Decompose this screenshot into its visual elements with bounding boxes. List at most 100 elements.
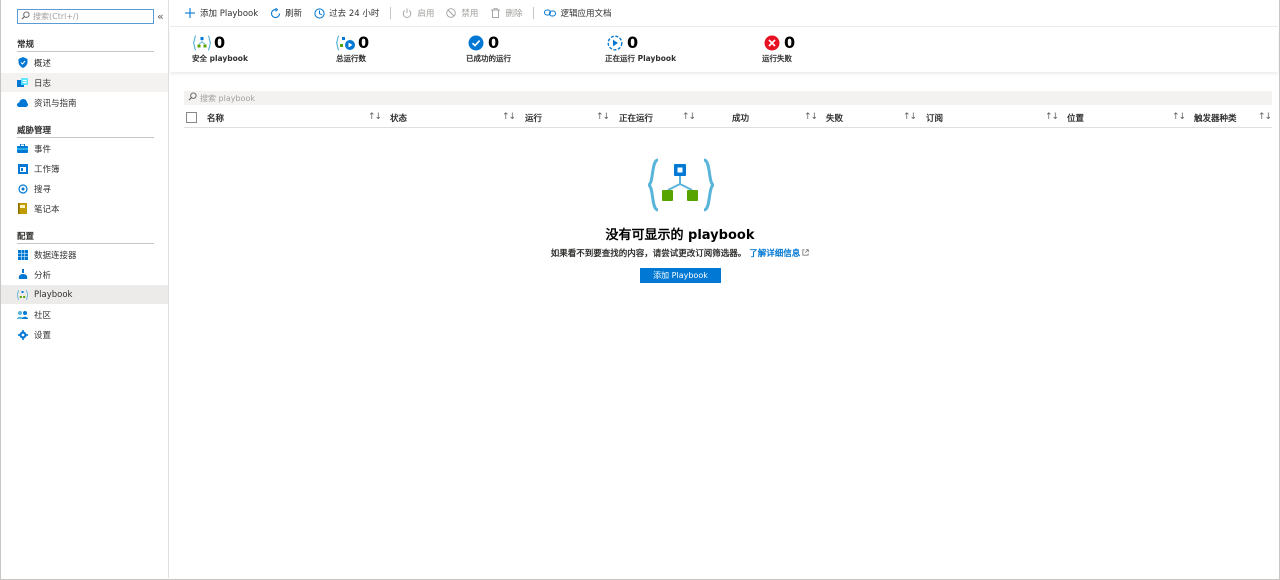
enable-label: 启用: [417, 9, 435, 19]
stat-value: 0: [488, 33, 500, 52]
playbook-icon: [17, 289, 28, 300]
empty-state-message: 如果看不到要查找的内容，请尝试更改订阅筛选器。 了解详细信息: [0, 247, 1280, 259]
sidebar-item-label: 设置: [34, 330, 52, 341]
stat-label: 总运行数: [336, 54, 366, 63]
enable-button[interactable]: 启用: [401, 7, 434, 19]
column-header-succeeded[interactable]: 成功: [732, 112, 749, 124]
sidebar-item-label: 事件: [34, 144, 52, 155]
sidebar-item-hunting[interactable]: 搜寻: [1, 179, 168, 198]
grid-header: 名称 ↑↓ 状态 ↑↓ 运行 ↑↓ 正在运行 ↑↓ 成功 ↑↓ 失败 ↑↓ 订阅…: [184, 108, 1272, 128]
add-playbook-primary-button[interactable]: 添加 Playbook: [640, 268, 721, 283]
sort-icon[interactable]: ↑↓: [368, 112, 382, 122]
command-bar: 添加 Playbook 刷新 过去 24 小时 启用 禁用 删除 逻辑应用文档: [170, 0, 1278, 27]
sidebar-item-label: 概述: [34, 58, 52, 69]
trash-icon: [489, 7, 501, 19]
gear-icon: [17, 329, 28, 340]
cloud-icon: [17, 97, 28, 108]
learn-more-link[interactable]: 了解详细信息: [749, 249, 809, 259]
stat-running-playbooks: 0 正在运行 Playbook: [605, 34, 676, 64]
link-icon: [544, 7, 557, 19]
community-icon: [17, 309, 28, 320]
group-title-threat-management: 威胁管理: [17, 126, 52, 136]
search-icon: [188, 92, 197, 104]
stat-label: 安全 playbook: [192, 54, 248, 63]
column-header-subscription[interactable]: 订阅: [926, 112, 943, 124]
window-frame: [0, 0, 1280, 580]
sidebar-item-overview[interactable]: 概述: [1, 53, 168, 72]
sidebar-item-community[interactable]: 社区: [1, 305, 168, 324]
disable-button[interactable]: 禁用: [445, 7, 478, 19]
learn-more-label: 了解详细信息: [749, 249, 801, 259]
hunting-icon: [17, 183, 28, 194]
column-header-runs[interactable]: 运行: [525, 112, 542, 124]
toolbar-divider: [533, 7, 535, 19]
time-range-label: 过去 24 小时: [329, 9, 380, 19]
sidebar-item-logs[interactable]: 日志: [1, 73, 168, 92]
sidebar-item-settings[interactable]: 设置: [1, 325, 168, 344]
playbook-search-input[interactable]: [200, 93, 500, 103]
stat-successful-runs: 0 已成功的运行: [466, 34, 511, 64]
stat-label: 正在运行 Playbook: [605, 54, 677, 63]
toolbar-divider: [390, 7, 392, 19]
sidebar-item-notebooks[interactable]: 笔记本: [1, 199, 168, 218]
sidebar-item-incidents[interactable]: 事件: [1, 139, 168, 158]
column-header-failed[interactable]: 失败: [826, 112, 843, 124]
empty-state-title: 没有可显示的 playbook: [605, 228, 755, 243]
power-icon: [401, 7, 413, 19]
sort-icon[interactable]: ↑↓: [1258, 112, 1272, 122]
sort-icon[interactable]: ↑↓: [682, 112, 696, 122]
collapse-sidebar-icon[interactable]: «: [157, 10, 164, 23]
stat-label: 运行失败: [762, 54, 792, 63]
sidebar-item-label: 笔记本: [34, 204, 60, 215]
column-header-location[interactable]: 位置: [1067, 112, 1084, 124]
refresh-button[interactable]: 刷新: [269, 7, 302, 19]
security-playbook-icon: [192, 34, 212, 52]
column-header-trigger-kind[interactable]: 触发器种类: [1194, 112, 1237, 124]
disable-label: 禁用: [461, 9, 479, 19]
stat-value: 0: [627, 33, 639, 52]
notebook-icon: [17, 203, 28, 214]
sidebar-search-box[interactable]: [17, 9, 154, 24]
stat-total-runs: 0 总运行数: [336, 34, 369, 64]
sidebar-search-input[interactable]: [33, 12, 143, 21]
sidebar-item-label: 工作簿: [34, 164, 60, 175]
docs-label: 逻辑应用文档: [560, 9, 612, 19]
sort-icon[interactable]: ↑↓: [502, 112, 516, 122]
group-divider: [17, 51, 154, 52]
clock-icon: [313, 7, 325, 19]
column-header-running[interactable]: 正在运行: [619, 112, 653, 124]
sort-icon[interactable]: ↑↓: [1172, 112, 1186, 122]
column-header-name[interactable]: 名称: [207, 112, 224, 124]
add-playbook-button[interactable]: 添加 Playbook: [184, 7, 258, 19]
group-divider: [17, 137, 154, 138]
empty-state-subtitle: 如果看不到要查找的内容，请尝试更改订阅筛选器。: [550, 249, 747, 259]
logic-app-docs-button[interactable]: 逻辑应用文档: [544, 7, 611, 19]
sort-icon[interactable]: ↑↓: [903, 112, 917, 122]
add-playbook-label: 添加 Playbook: [200, 9, 259, 19]
playbook-search-box[interactable]: [184, 91, 1272, 105]
sidebar-item-analytics[interactable]: 分析: [1, 265, 168, 284]
shield-icon: [17, 57, 28, 68]
sidebar-item-workbooks[interactable]: 工作簿: [1, 159, 168, 178]
summary-bar: 0 安全 playbook 0 总运行数 0 已成功的运行 0 正在运行 Pla…: [170, 28, 1278, 72]
group-divider: [17, 243, 154, 244]
sidebar-item-label: 资讯与指南: [34, 98, 77, 109]
select-all-checkbox[interactable]: [186, 112, 197, 123]
sidebar-item-label: 搜寻: [34, 184, 52, 195]
delete-button[interactable]: 删除: [489, 7, 522, 19]
stat-label: 已成功的运行: [466, 54, 511, 63]
briefcase-icon: [17, 143, 28, 154]
external-link-icon: [800, 249, 809, 259]
sidebar-item-label: 分析: [34, 270, 52, 281]
sort-icon[interactable]: ↑↓: [804, 112, 818, 122]
sidebar-item-news-guides[interactable]: 资讯与指南: [1, 93, 168, 112]
column-header-status[interactable]: 状态: [390, 112, 407, 124]
time-range-button[interactable]: 过去 24 小时: [313, 7, 379, 19]
sort-icon[interactable]: ↑↓: [1045, 112, 1059, 122]
group-title-general: 常规: [17, 40, 35, 50]
stat-value: 0: [784, 33, 796, 52]
sidebar-item-playbook[interactable]: Playbook: [1, 285, 168, 304]
empty-playbook-icon: [647, 158, 715, 212]
sort-icon[interactable]: ↑↓: [596, 112, 610, 122]
sidebar-item-label: 日志: [34, 78, 52, 89]
